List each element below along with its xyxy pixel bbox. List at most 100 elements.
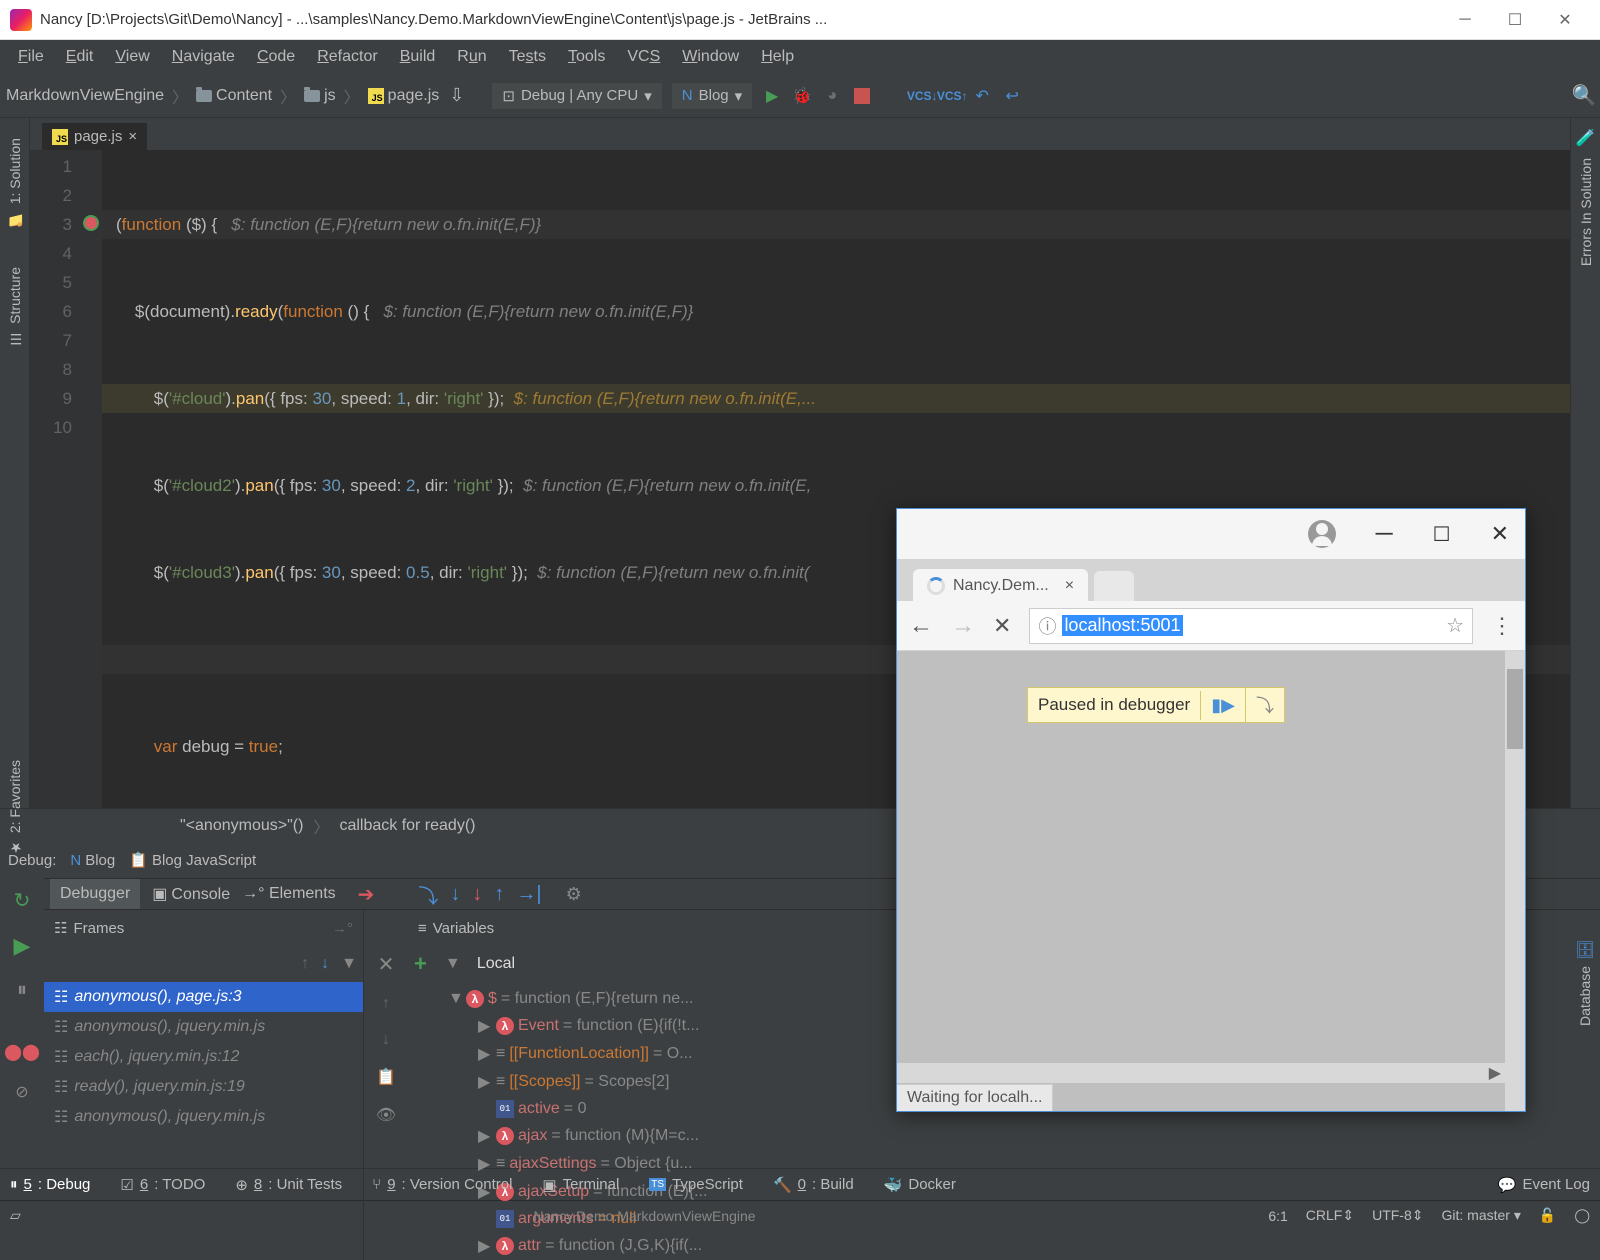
bottom-event-log[interactable]: 💬 Event Log: [1498, 1176, 1590, 1194]
status-branch[interactable]: Git: master ▾: [1442, 1207, 1521, 1224]
bottom-terminal[interactable]: ▣ Terminal: [542, 1176, 619, 1194]
tab-debugger[interactable]: Debugger: [50, 879, 140, 909]
status-indicator-icon[interactable]: ◯: [1574, 1207, 1590, 1224]
menu-navigate[interactable]: Navigate: [162, 44, 245, 70]
menu-window[interactable]: Window: [672, 44, 749, 70]
database-icon[interactable]: 🗄: [1575, 940, 1595, 960]
bottom-docker[interactable]: 🐳 Docker: [884, 1176, 956, 1194]
mute-breakpoints-icon[interactable]: ⊘: [15, 1082, 28, 1102]
profile-icon[interactable]: [1308, 520, 1336, 548]
horizontal-scrollbar[interactable]: ▶: [897, 1063, 1505, 1083]
status-pos[interactable]: 6:1: [1268, 1208, 1287, 1224]
bottom-debug[interactable]: ⏸ 5: Debug: [10, 1176, 90, 1193]
add-watch-icon[interactable]: +: [414, 951, 427, 977]
frame-down-icon[interactable]: ↓: [321, 955, 329, 973]
status-lock-icon[interactable]: 🔓: [1539, 1207, 1556, 1224]
frame-up-icon[interactable]: ↑: [301, 955, 309, 973]
tab-close-icon[interactable]: ×: [128, 128, 137, 145]
menu-edit[interactable]: Edit: [56, 44, 104, 70]
run-config-selector[interactable]: NBlog▾: [672, 83, 752, 109]
revert-icon[interactable]: ↶: [972, 86, 992, 106]
download-icon[interactable]: ⇩: [449, 85, 464, 106]
menu-build[interactable]: Build: [390, 44, 446, 70]
bottom-build[interactable]: 🔨 0: Build: [773, 1176, 854, 1194]
search-icon[interactable]: 🔍: [1574, 86, 1594, 106]
menu-tools[interactable]: Tools: [558, 44, 615, 70]
frame-item[interactable]: ☷anonymous(), page.js:3: [44, 982, 363, 1012]
step-into-icon[interactable]: ↓: [450, 883, 460, 906]
run-to-cursor-icon[interactable]: →|: [516, 883, 541, 906]
info-icon[interactable]: ⓘ: [1038, 613, 1056, 639]
close-button[interactable]: ✕: [1540, 5, 1590, 35]
build-config-selector[interactable]: ⊡Debug | Any CPU▾: [492, 83, 661, 109]
menu-run[interactable]: Run: [447, 44, 496, 70]
settings-icon[interactable]: ⚙: [566, 884, 582, 905]
bookmark-icon[interactable]: ☆: [1446, 613, 1464, 638]
tool-errors[interactable]: Errors In Solution: [1578, 158, 1594, 266]
browser-minimize-icon[interactable]: ─: [1376, 520, 1393, 548]
minimize-button[interactable]: ─: [1440, 5, 1490, 35]
new-tab-button[interactable]: [1094, 571, 1134, 601]
breadcrumb-item[interactable]: Content: [196, 87, 272, 105]
editor-tab[interactable]: JSpage.js×: [42, 123, 147, 150]
step-out-icon[interactable]: ↑: [494, 883, 504, 906]
view-breakpoints-icon[interactable]: ⬤⬤: [4, 1042, 40, 1062]
pause-icon[interactable]: ⏸: [17, 979, 27, 1002]
menu-view[interactable]: View: [105, 44, 159, 70]
tool-favorites[interactable]: ★ 2: Favorites: [7, 760, 23, 855]
debug-config[interactable]: NBlog: [70, 852, 115, 869]
beaker-icon[interactable]: 🧪: [1576, 128, 1596, 148]
frame-item[interactable]: ☷ready(), jquery.min.js:19: [44, 1072, 363, 1102]
frame-item[interactable]: ☷anonymous(), jquery.min.js: [44, 1102, 363, 1132]
forward-icon[interactable]: →: [951, 612, 975, 640]
address-input[interactable]: ⓘ localhost:5001 ☆: [1029, 608, 1473, 644]
tab-elements[interactable]: →° Elements: [242, 885, 336, 903]
vcs-commit-icon[interactable]: VCS↑: [942, 86, 962, 106]
vertical-scrollbar[interactable]: [1505, 651, 1525, 1111]
crumb[interactable]: "<anonymous>"(): [180, 817, 303, 835]
debug-config-js[interactable]: 📋Blog JavaScript: [129, 851, 256, 869]
run-icon[interactable]: ▶: [762, 86, 782, 106]
stop-load-icon[interactable]: ✕: [993, 613, 1011, 639]
view-icon[interactable]: 👁: [376, 1105, 396, 1125]
show-exec-icon[interactable]: ➔: [358, 882, 375, 907]
expand-icon[interactable]: ▼: [445, 955, 459, 973]
menu-vcs[interactable]: VCS: [617, 44, 670, 70]
resume-icon[interactable]: ▶: [14, 933, 31, 959]
status-enc[interactable]: UTF-8⇕: [1372, 1207, 1423, 1224]
tool-database[interactable]: Database: [1577, 966, 1593, 1026]
maximize-button[interactable]: ☐: [1490, 5, 1540, 35]
browser-maximize-icon[interactable]: ☐: [1433, 522, 1451, 547]
step-over-icon[interactable]: ⤵: [418, 880, 438, 909]
bottom-unit-tests[interactable]: ⊕ 8: Unit Tests: [235, 1176, 342, 1194]
coverage-icon[interactable]: ◕: [822, 86, 842, 106]
filter-icon[interactable]: ▼: [341, 955, 357, 973]
breadcrumb-item[interactable]: MarkdownViewEngine: [6, 87, 164, 105]
undo-icon[interactable]: ↩: [1002, 86, 1022, 106]
breadcrumb-item[interactable]: js: [304, 87, 336, 105]
copy-icon[interactable]: 📋: [376, 1067, 396, 1087]
tool-structure[interactable]: ☰ Structure: [7, 267, 23, 346]
force-step-into-icon[interactable]: ↓: [472, 883, 482, 906]
menu-help[interactable]: Help: [751, 44, 804, 70]
bottom-typescript[interactable]: TS TypeScript: [649, 1176, 743, 1193]
frame-item[interactable]: ☷each(), jquery.min.js:12: [44, 1042, 363, 1072]
frame-item[interactable]: ☷anonymous(), jquery.min.js: [44, 1012, 363, 1042]
menu-file[interactable]: File: [8, 44, 54, 70]
browser-tab[interactable]: Nancy.Dem... ×: [913, 569, 1088, 601]
menu-refactor[interactable]: Refactor: [307, 44, 387, 70]
step-script-icon[interactable]: ⤵: [1245, 688, 1284, 722]
breakpoint-icon[interactable]: [83, 215, 99, 231]
tool-solution[interactable]: 📁 1: Solution: [7, 138, 23, 227]
resume-script-icon[interactable]: ▮▶: [1200, 691, 1245, 720]
menu-code[interactable]: Code: [247, 44, 305, 70]
status-icon[interactable]: ▱: [10, 1207, 21, 1224]
tab-console[interactable]: ▣Console: [152, 884, 230, 904]
status-crlf[interactable]: CRLF⇕: [1306, 1207, 1354, 1224]
tab-close-icon[interactable]: ×: [1065, 577, 1074, 595]
local-scope[interactable]: Local: [477, 955, 515, 973]
close-icon[interactable]: ✕: [378, 952, 395, 977]
back-icon[interactable]: ←: [909, 612, 933, 640]
stop-icon[interactable]: [852, 86, 872, 106]
rerun-icon[interactable]: ↻: [14, 888, 31, 913]
